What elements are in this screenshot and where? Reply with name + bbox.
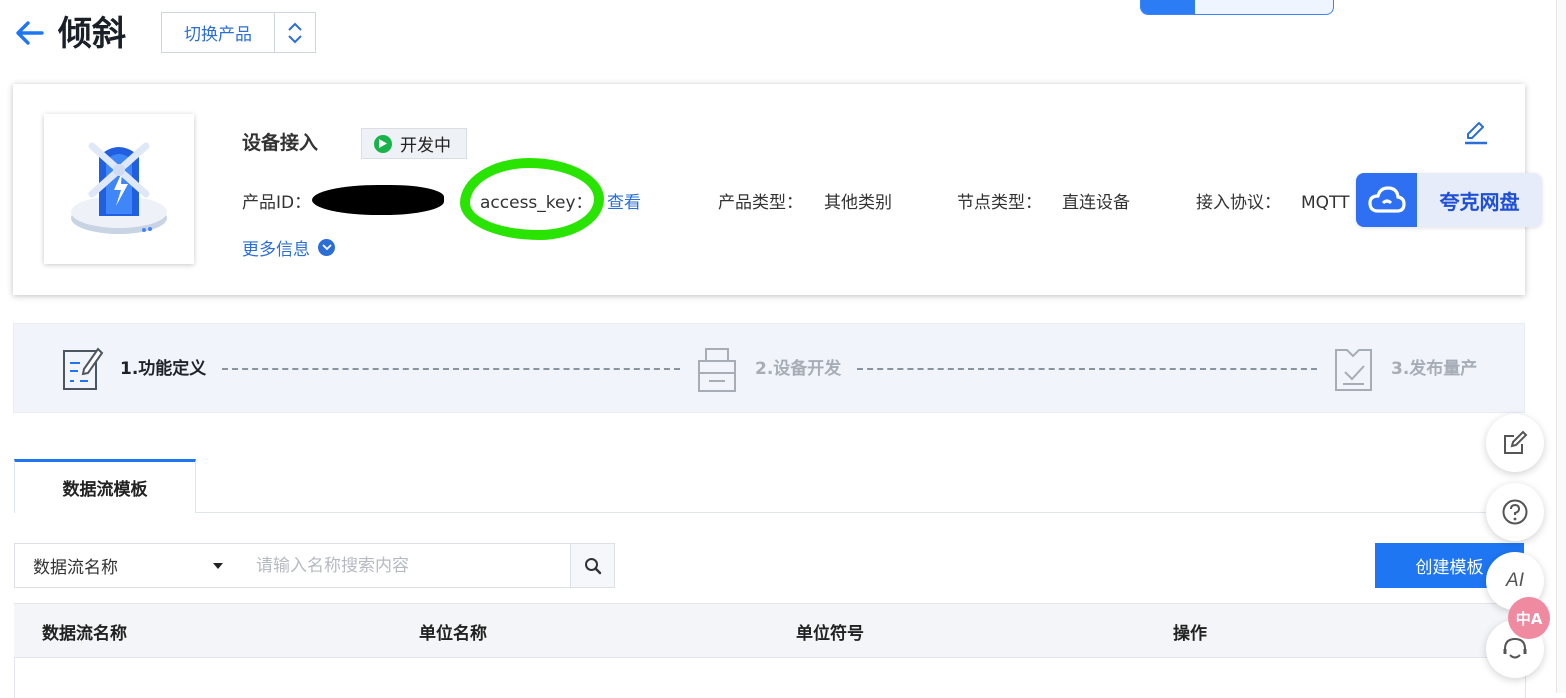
status-label: 开发中 <box>400 136 451 156</box>
step-connector <box>222 368 680 370</box>
ai-label: AI <box>1506 570 1524 591</box>
switch-product-toggle[interactable] <box>274 12 316 53</box>
column-header-unit-name: 单位名称 <box>419 624 487 644</box>
product-id-label: 产品ID： <box>242 193 312 213</box>
feedback-button[interactable] <box>1486 414 1544 472</box>
back-arrow-icon[interactable] <box>14 18 44 48</box>
printer-icon <box>698 348 736 392</box>
product-image <box>44 114 194 264</box>
edit-icon[interactable] <box>1462 118 1490 146</box>
search-field-value: 数据流名称 <box>33 558 118 578</box>
more-info-label: 更多信息 <box>242 240 310 260</box>
help-button[interactable] <box>1486 483 1544 541</box>
search-input[interactable] <box>240 543 571 588</box>
product-type-value: 其他类别 <box>824 193 892 213</box>
clipboard-check-icon <box>1335 349 1372 391</box>
more-info-toggle[interactable]: 更多信息 <box>242 235 335 260</box>
node-type-value: 直连设备 <box>1062 193 1130 213</box>
product-type-label: 产品类型： <box>718 193 803 213</box>
note-icon <box>1504 430 1528 454</box>
step-3-label[interactable]: 3.发布量产 <box>1391 358 1477 380</box>
status-badge: 开发中 <box>361 128 467 159</box>
chevron-updown-icon <box>288 22 302 43</box>
column-header-unit-symbol: 单位符号 <box>796 624 864 644</box>
search-icon <box>584 557 601 574</box>
tab-divider <box>196 512 1526 513</box>
help-icon <box>1502 499 1528 525</box>
caret-down-icon <box>213 562 223 569</box>
note-edit-icon <box>63 347 104 390</box>
quark-drive-label: 夸克网盘 <box>1439 189 1520 214</box>
redacted-product-id <box>312 185 444 215</box>
chevron-down-icon <box>318 239 335 256</box>
protocol-label: 接入协议： <box>1196 193 1281 213</box>
view-access-key-link[interactable]: 查看 <box>607 190 641 216</box>
column-header-actions: 操作 <box>1173 624 1207 644</box>
table-body <box>14 658 1526 698</box>
device-illustration <box>71 142 167 234</box>
product-name: 设备接入 <box>242 132 319 154</box>
page-title: 倾斜 <box>58 14 126 54</box>
column-header-stream-name: 数据流名称 <box>42 624 127 644</box>
node-type-label: 节点类型： <box>957 193 1042 213</box>
search-button[interactable] <box>570 543 615 588</box>
play-icon <box>374 134 392 153</box>
scrollbar[interactable] <box>1556 0 1566 693</box>
top-progress-widget[interactable] <box>1140 0 1334 15</box>
translate-button[interactable]: 中A <box>1508 597 1550 639</box>
cloud-icon <box>1356 173 1417 227</box>
tab-data-stream-template[interactable]: 数据流模板 <box>14 459 196 513</box>
table-header <box>14 603 1526 658</box>
switch-product-button[interactable]: 切换产品 <box>161 12 275 53</box>
robot-icon <box>1503 637 1527 659</box>
step-connector <box>857 368 1317 370</box>
quark-drive-button[interactable]: 夸克网盘 <box>1356 173 1542 227</box>
search-field-select[interactable]: 数据流名称 <box>14 543 241 588</box>
step-2-label[interactable]: 2.设备开发 <box>755 358 841 380</box>
step-1-label[interactable]: 1.功能定义 <box>120 358 206 380</box>
protocol-value: MQTT <box>1301 193 1350 213</box>
highlight-circle <box>460 158 604 240</box>
